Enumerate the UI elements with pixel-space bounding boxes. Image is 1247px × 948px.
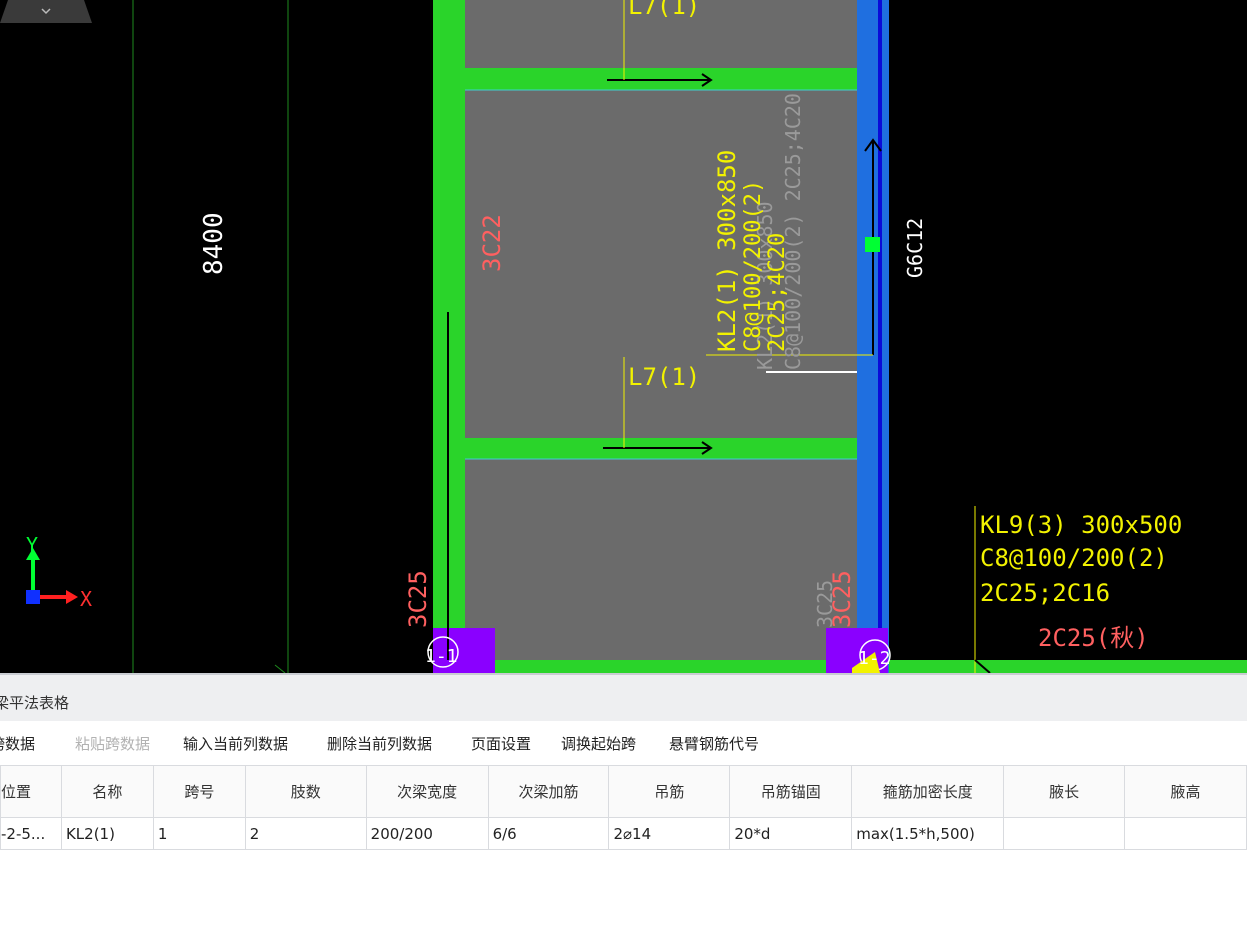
panel-title-bar[interactable]: 梁平法表格 [0, 673, 1247, 721]
beam-table-panel: 梁平法表格 复制跨数据 粘贴跨数据 输入当前列数据 删除当前列数据 页面设置 调… [0, 673, 1247, 948]
column-header[interactable]: 吊筋锚固 [729, 765, 853, 818]
column-header[interactable]: 腋长 [1003, 765, 1126, 818]
collapse-panel-button[interactable] [0, 0, 92, 23]
kl9-label-line2: C8@100/200(2) [980, 544, 1168, 572]
cantilever-rebar-code-button[interactable]: 悬臂钢筋代号 [669, 733, 759, 754]
table-cell-secondary-width[interactable]: 200/200 [365, 817, 489, 850]
kl9-label-line3: 2C25;2C16 [980, 579, 1110, 607]
rebar-3c22: 3C22 [478, 214, 506, 272]
kl2-label-line1: KL2(1) 300x850 [713, 150, 741, 352]
column-header[interactable]: 吊筋 [608, 765, 731, 818]
grip-handle[interactable] [865, 237, 880, 252]
dimension-label: 8400 [199, 212, 229, 275]
column-header[interactable]: 跨号 [152, 765, 246, 818]
axis-x-label: X [80, 587, 92, 611]
delete-column-data-button[interactable]: 删除当前列数据 [327, 733, 432, 754]
table-cell-densified-length[interactable]: max(1.5*h,500) [851, 817, 1005, 850]
column-header[interactable]: 次梁宽度 [365, 765, 489, 818]
table-cell-hanger-anchor[interactable]: 20*d [729, 817, 853, 850]
table-cell-name[interactable]: KL2(1) [60, 817, 154, 850]
table-cell-haunch-height[interactable] [1124, 817, 1247, 850]
table-cell-legs[interactable]: 2 [244, 817, 367, 850]
table-cell-haunch-length[interactable] [1003, 817, 1126, 850]
input-column-data-button[interactable]: 输入当前列数据 [183, 733, 288, 754]
table-cell-span[interactable]: 1 [152, 817, 246, 850]
column-header[interactable]: 次梁加筋 [487, 765, 610, 818]
paste-span-data-button[interactable]: 粘贴跨数据 [75, 733, 150, 754]
kl2-label-line3: 2C25;4C20 [765, 233, 790, 352]
beam-data-table: 位置 名称 跨号 肢数 次梁宽度 次梁加筋 吊筋 吊筋锚固 箍筋加密长度 腋长 … [0, 765, 1247, 850]
label-l7-mid: L7(1) [628, 363, 700, 391]
section-label-1-1: 1-1 [425, 646, 458, 667]
panel-title: 梁平法表格 [0, 694, 70, 712]
table-cell-hanger-bars[interactable]: 2⌀14 [608, 817, 731, 850]
cad-drawing-canvas[interactable]: Y X 8400 L7(1) L7(1) 3C22 3C25 3C25 3C25… [0, 0, 1247, 673]
table-cell-secondary-stirrups[interactable]: 6/6 [487, 817, 610, 850]
kl2-label-line2: C8@100/200(2) [741, 180, 766, 352]
copy-span-data-button[interactable]: 复制跨数据 [0, 733, 35, 754]
column-header[interactable]: 名称 [60, 765, 154, 818]
rebar-3c25-right: 3C25 [828, 570, 856, 628]
axis-y-label: Y [26, 533, 38, 557]
column-header[interactable]: 腋高 [1124, 765, 1247, 818]
column-header[interactable]: 位置 [0, 765, 62, 818]
table-cell-position[interactable]: -2-5... [0, 817, 62, 850]
table-row[interactable]: -2-5... KL2(1) 1 2 200/200 6/6 2⌀14 20*d… [0, 817, 1247, 850]
slab-panel [465, 459, 857, 660]
column-header[interactable]: 肢数 [244, 765, 367, 818]
side-bars-label: G6C12 [903, 218, 927, 278]
column-header[interactable]: 箍筋加密长度 [851, 765, 1005, 818]
rebar-3c25-left: 3C25 [404, 570, 432, 628]
page-setup-button[interactable]: 页面设置 [471, 733, 531, 754]
kl9-label-line1: KL9(3) 300x500 [980, 511, 1182, 539]
section-label-1-2: 1-2 [858, 648, 891, 669]
panel-toolbar: 复制跨数据 粘贴跨数据 输入当前列数据 删除当前列数据 页面设置 调换起始跨 悬… [0, 721, 1247, 765]
swap-start-span-button[interactable]: 调换起始跨 [561, 733, 636, 754]
floor-plan-drawing[interactable]: Y X 8400 L7(1) L7(1) 3C22 3C25 3C25 3C25… [0, 0, 1247, 673]
label-l7-top: L7(1) [628, 0, 700, 20]
support-bars-label: 2C25(秋) [1038, 624, 1149, 652]
table-header-row: 位置 名称 跨号 肢数 次梁宽度 次梁加筋 吊筋 吊筋锚固 箍筋加密长度 腋长 … [0, 765, 1247, 818]
